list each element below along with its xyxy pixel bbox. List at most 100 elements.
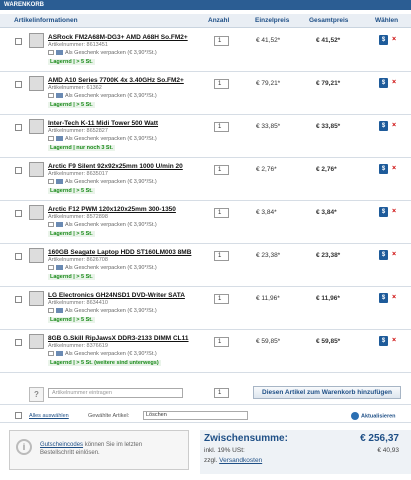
item-checkbox[interactable] [15,339,22,346]
item-checkbox[interactable] [15,81,22,88]
shipping-prefix: zzgl. [204,457,220,464]
stock-status: Lagernd | > 5 St. [48,59,95,65]
gift-wrap-option[interactable]: Als Geschenk verpacken (€ 3,90*/St.) [48,308,157,314]
product-name[interactable]: 8GB G.Skill RipJawsX DDR3-2133 DIMM CL11 [48,335,189,342]
dollar-icon[interactable]: $ [379,78,388,88]
gift-checkbox[interactable] [48,93,54,99]
dollar-icon[interactable]: $ [379,35,388,45]
article-number: Artikelnummer: 8634410 [48,300,108,306]
gift-icon [56,136,63,142]
product-thumbnail[interactable] [29,119,44,134]
dollar-icon[interactable]: $ [379,164,388,174]
item-checkbox[interactable] [15,38,22,45]
quantity-input[interactable]: 1 [214,251,229,261]
summary-box: Zwischensumme: € 256,37 inkl. 19% USt: €… [200,430,411,474]
item-checkbox[interactable] [15,296,22,303]
close-icon[interactable]: × [392,165,397,172]
quantity-input[interactable]: 1 [214,79,229,89]
vat-value: € 40,93 [377,447,399,454]
unit-price: € 79,21* [256,80,281,87]
product-thumbnail[interactable] [29,76,44,91]
product-thumbnail[interactable] [29,205,44,220]
cart-item-row: 160GB Seagate Laptop HDD ST160LM003 8MB A… [0,245,411,287]
dollar-icon[interactable]: $ [379,207,388,217]
product-name[interactable]: AMD A10 Series 7700K 4x 3.40GHz So.FM2+ [48,77,184,84]
gift-checkbox[interactable] [48,136,54,142]
product-thumbnail[interactable] [29,334,44,349]
gift-checkbox[interactable] [48,50,54,56]
vat-label: inkl. 19% USt: [204,447,245,454]
close-icon[interactable]: × [392,337,397,344]
coupon-link[interactable]: Gutscheincodes [40,442,83,448]
unit-price: € 23,38* [256,252,281,259]
subtotal-label: Zwischensumme: [204,433,288,444]
refresh-label: Aktualisieren [361,413,396,420]
item-checkbox[interactable] [15,167,22,174]
gift-wrap-option[interactable]: Als Geschenk verpacken (€ 3,90*/St.) [48,179,157,185]
item-checkbox[interactable] [15,210,22,217]
selected-action-select[interactable]: Löschen [143,411,248,420]
dollar-icon[interactable]: $ [379,336,388,346]
close-icon[interactable]: × [392,36,397,43]
gift-label: Als Geschenk verpacken (€ 3,90*/St.) [65,136,157,142]
article-number-input[interactable]: Artikelnummer eintragen [48,388,183,398]
gift-checkbox[interactable] [48,308,54,314]
product-thumbnail[interactable] [29,162,44,177]
select-all-link[interactable]: Alles auswählen [29,413,69,419]
stock-status: Lagernd | > 5 St. [48,188,95,194]
product-name[interactable]: Inter-Tech K-11 Midi Tower 500 Watt [48,120,158,127]
cart-item-row: Arctic F9 Silent 92x92x25mm 1000 U/min 2… [0,159,411,201]
gift-checkbox[interactable] [48,351,54,357]
unit-price: € 11,96* [256,295,280,302]
product-thumbnail[interactable] [29,291,44,306]
article-number: Artikelnummer: 8376619 [48,343,108,349]
product-name[interactable]: ASRock FM2A68M-DG3+ AMD A68H So.FM2+ [48,34,188,41]
gift-wrap-option[interactable]: Als Geschenk verpacken (€ 3,90*/St.) [48,93,157,99]
select-all-checkbox[interactable] [15,412,22,419]
article-number: Artikelnummer: 61362 [48,85,102,91]
gift-checkbox[interactable] [48,222,54,228]
gift-wrap-option[interactable]: Als Geschenk verpacken (€ 3,90*/St.) [48,351,157,357]
gift-icon [56,93,63,99]
gift-wrap-option[interactable]: Als Geschenk verpacken (€ 3,90*/St.) [48,136,157,142]
gift-wrap-option[interactable]: Als Geschenk verpacken (€ 3,90*/St.) [48,222,157,228]
gift-checkbox[interactable] [48,179,54,185]
close-icon[interactable]: × [392,79,397,86]
close-icon[interactable]: × [392,251,397,258]
quantity-input[interactable]: 1 [214,36,229,46]
item-checkbox[interactable] [15,124,22,131]
subtotal-value: € 256,37 [360,433,399,444]
quantity-input[interactable]: 1 [214,165,229,175]
gift-wrap-option[interactable]: Als Geschenk verpacken (€ 3,90*/St.) [48,265,157,271]
product-thumbnail[interactable] [29,33,44,48]
article-number: Artikelnummer: 8613451 [48,42,108,48]
quantity-input[interactable]: 1 [214,122,229,132]
shipping-note: zzgl. Versandkosten [204,457,262,464]
close-icon[interactable]: × [392,294,397,301]
close-icon[interactable]: × [392,122,397,129]
item-checkbox[interactable] [15,253,22,260]
dollar-icon[interactable]: $ [379,121,388,131]
gift-wrap-option[interactable]: Als Geschenk verpacken (€ 3,90*/St.) [48,50,157,56]
product-name[interactable]: LG Electronics GH24NSD1 DVD-Writer SATA [48,292,185,299]
shipping-link[interactable]: Versandkosten [219,457,262,464]
close-icon[interactable]: × [392,208,397,215]
dollar-icon[interactable]: $ [379,250,388,260]
product-name[interactable]: Arctic F12 PWM 120x120x25mm 300-1350 [48,206,176,213]
product-name[interactable]: 160GB Seagate Laptop HDD ST160LM003 8MB [48,249,191,256]
total-price: € 59,85* [316,338,341,345]
product-name[interactable]: Arctic F9 Silent 92x92x25mm 1000 U/min 2… [48,163,183,170]
quantity-input[interactable]: 1 [214,208,229,218]
dollar-icon[interactable]: $ [379,293,388,303]
add-to-cart-button[interactable]: Diesen Artikel zum Warenkorb hinzufügen [253,386,401,399]
refresh-button[interactable]: Aktualisieren [351,412,396,420]
gift-label: Als Geschenk verpacken (€ 3,90*/St.) [65,179,157,185]
gift-checkbox[interactable] [48,265,54,271]
quantity-input[interactable]: 1 [214,337,229,347]
gift-icon [56,50,63,56]
quantity-input[interactable]: 1 [214,294,229,304]
add-quantity-input[interactable]: 1 [214,388,229,398]
product-thumbnail[interactable] [29,248,44,263]
gift-label: Als Geschenk verpacken (€ 3,90*/St.) [65,93,157,99]
selection-bar: Alles auswählen Gewählte Artikel: Lösche… [0,409,411,423]
